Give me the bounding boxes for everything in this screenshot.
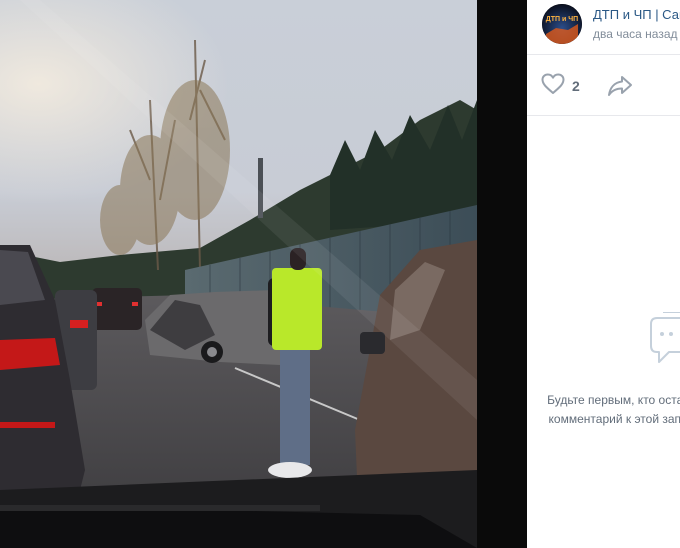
share-icon: [607, 76, 633, 102]
comments-empty-line2: комментарий к этой записи: [548, 412, 680, 426]
comments-empty-line1: Будьте первым, кто оставит: [547, 393, 680, 407]
comments-empty-state: Будьте первым, кто оставит комментарий к…: [527, 116, 680, 548]
avatar[interactable]: ДТП и ЧП: [542, 4, 582, 44]
avatar-label: ДТП и ЧП: [545, 16, 579, 23]
post-header: ДТП и ЧП ДТП и ЧП | Санкт-Петербург два …: [527, 0, 680, 55]
post-actions: 2: [527, 55, 680, 116]
comments-empty-text: Будьте первым, кто оставит комментарий к…: [527, 391, 680, 429]
like-button[interactable]: 2: [541, 73, 580, 100]
post-timestamp[interactable]: два часа назад: [593, 27, 678, 41]
photo-viewer: [0, 0, 527, 548]
post-side-panel: ДТП и ЧП ДТП и ЧП | Санкт-Петербург два …: [527, 0, 680, 548]
group-logo: [542, 4, 582, 44]
post-author-link[interactable]: ДТП и ЧП | Санкт-Петербург: [593, 7, 680, 22]
post-photo[interactable]: [0, 0, 477, 548]
comments-icon: [649, 311, 680, 375]
heart-icon: [541, 73, 565, 100]
accident-photo: [0, 0, 477, 548]
like-count: 2: [572, 78, 580, 94]
share-button[interactable]: [607, 74, 633, 98]
